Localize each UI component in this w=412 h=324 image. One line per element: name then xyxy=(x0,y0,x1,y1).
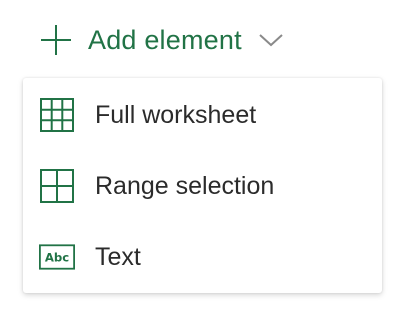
range-selection-grid-icon xyxy=(39,168,75,204)
add-element-button[interactable]: Add element xyxy=(38,20,284,60)
menu-item-text[interactable]: Abc Text xyxy=(23,221,382,293)
plus-icon xyxy=(38,22,74,58)
menu-item-label: Range selection xyxy=(95,171,275,200)
add-element-label: Add element xyxy=(88,24,242,55)
full-worksheet-grid-icon xyxy=(39,97,75,133)
menu-item-label: Full worksheet xyxy=(95,100,257,129)
menu-item-range-selection[interactable]: Range selection xyxy=(23,150,382,222)
text-abc-icon-glyph: Abc xyxy=(45,251,69,265)
menu-item-label: Text xyxy=(95,242,141,271)
text-abc-icon: Abc xyxy=(39,239,75,275)
menu-item-full-worksheet[interactable]: Full worksheet xyxy=(23,79,382,151)
chevron-down-icon[interactable] xyxy=(258,30,284,50)
add-element-menu: Full worksheet Range selection Abc Text xyxy=(23,78,382,293)
